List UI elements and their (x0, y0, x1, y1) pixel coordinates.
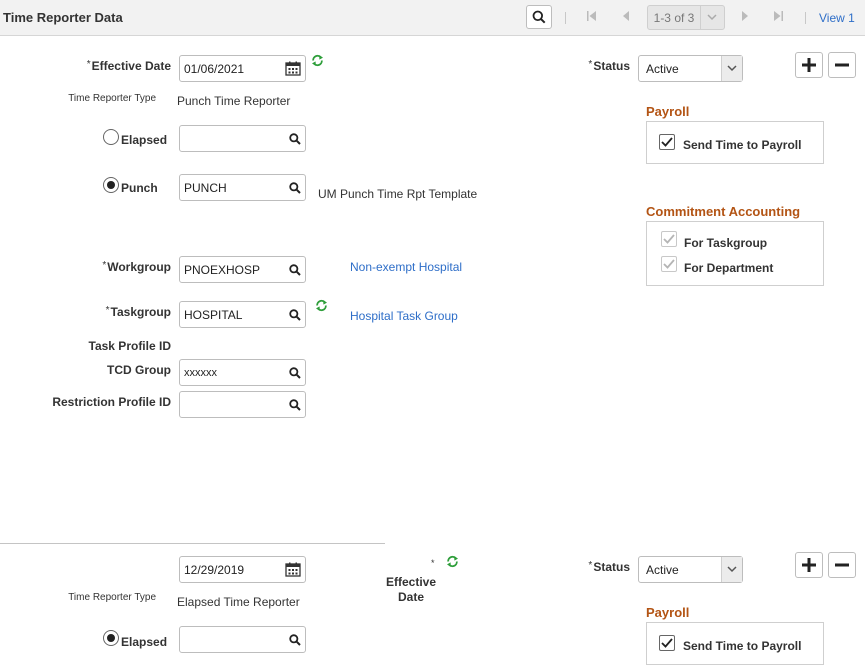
elapsed-radio[interactable] (103, 129, 119, 145)
for-department-checkbox (661, 256, 677, 272)
workgroup-label: *Workgroup (102, 260, 171, 274)
payroll-group-title-2: Payroll (646, 605, 690, 620)
page-header (0, 0, 865, 36)
taskgroup-value: HOSPITAL (184, 307, 243, 322)
effective-date-value-2: 12/29/2019 (184, 562, 245, 577)
effective-date-field-2[interactable]: 12/29/2019 (179, 556, 306, 583)
minus-icon (835, 63, 849, 67)
page-title: Time Reporter Data (3, 10, 123, 25)
time-reporter-type-value-2: Elapsed Time Reporter (177, 595, 300, 609)
previous-icon[interactable] (621, 9, 631, 26)
effective-date-label: *Effective Date (86, 59, 171, 73)
tcd-group-label: TCD Group (107, 363, 171, 377)
row-counter[interactable]: 1-3 of 3 (647, 5, 725, 30)
checkmark-icon (661, 638, 673, 648)
taskgroup-field[interactable]: HOSPITAL (179, 301, 306, 328)
checkmark-icon (663, 234, 675, 244)
lookup-icon[interactable] (285, 627, 305, 652)
taskgroup-description-link[interactable]: Hospital Task Group (350, 309, 458, 323)
punch-template-description: UM Punch Time Rpt Template (318, 187, 478, 201)
search-icon (532, 10, 546, 24)
punch-label: Punch (121, 181, 158, 195)
add-row-button[interactable] (795, 52, 823, 78)
punch-template-field[interactable]: PUNCH (179, 174, 306, 201)
tcd-group-value: xxxxxx (184, 366, 217, 379)
add-row-button-2[interactable] (795, 552, 823, 578)
punch-template-value: PUNCH (184, 180, 227, 195)
last-page-icon[interactable] (772, 9, 784, 26)
time-reporter-type-value: Punch Time Reporter (177, 94, 291, 108)
for-taskgroup-checkbox (661, 231, 677, 247)
status-value-2: Active (646, 562, 679, 577)
task-profile-id-label: Task Profile ID (88, 339, 171, 353)
lookup-icon[interactable] (285, 392, 305, 417)
required-marker: * (431, 558, 435, 568)
elapsed-field[interactable] (179, 125, 306, 152)
delete-row-button-2[interactable] (828, 552, 856, 578)
first-page-icon[interactable] (586, 9, 598, 26)
elapsed-label: Elapsed (121, 133, 168, 147)
status-label: *Status (588, 59, 630, 73)
elapsed-label-2: Elapsed (121, 635, 168, 649)
lookup-icon[interactable] (285, 257, 305, 282)
send-time-to-payroll-checkbox[interactable] (659, 134, 675, 150)
status-value: Active (646, 61, 679, 76)
effective-date-value: 01/06/2021 (184, 61, 245, 76)
taskgroup-label: *Taskgroup (105, 305, 171, 319)
plus-icon (802, 558, 816, 572)
chevron-down-icon[interactable] (721, 56, 742, 81)
punch-radio[interactable] (103, 177, 119, 193)
restriction-profile-id-label: Restriction Profile ID (52, 395, 171, 409)
row-divider (0, 543, 385, 544)
workgroup-description-link[interactable]: Non-exempt Hospital (350, 260, 462, 274)
checkmark-icon (663, 259, 675, 269)
status-select-2[interactable]: Active (638, 556, 743, 583)
for-department-label: For Department (684, 261, 774, 275)
nav-separator (805, 12, 806, 24)
checkmark-icon (661, 137, 673, 147)
find-button[interactable] (526, 5, 552, 29)
effective-date-field[interactable]: 01/06/2021 (179, 55, 306, 82)
send-time-to-payroll-label-2: Send Time to Payroll (683, 639, 802, 653)
status-select[interactable]: Active (638, 55, 743, 82)
status-label-2: *Status (588, 560, 630, 574)
next-icon[interactable] (740, 9, 750, 26)
chevron-down-icon[interactable] (700, 6, 722, 29)
calendar-icon[interactable] (281, 557, 305, 582)
workgroup-value: PNOEXHOSP (184, 262, 261, 277)
lookup-icon[interactable] (285, 126, 305, 151)
elapsed-field-2[interactable] (179, 626, 306, 653)
commitment-accounting-title: Commitment Accounting (646, 204, 801, 219)
lookup-icon[interactable] (285, 302, 305, 327)
for-taskgroup-label: For Taskgroup (684, 236, 768, 250)
time-reporter-type-label-2: Time Reporter Type (68, 592, 156, 603)
calendar-icon[interactable] (281, 56, 305, 81)
nav-separator (565, 12, 566, 24)
refresh-icon[interactable] (315, 299, 328, 315)
plus-icon (802, 58, 816, 72)
delete-row-button[interactable] (828, 52, 856, 78)
row-counter-text: 1-3 of 3 (653, 10, 695, 25)
tcd-group-field[interactable]: xxxxxx (179, 359, 306, 386)
payroll-group-title: Payroll (646, 104, 690, 119)
workgroup-field[interactable]: PNOEXHOSP (179, 256, 306, 283)
lookup-icon[interactable] (285, 360, 305, 385)
restriction-profile-field[interactable] (179, 391, 306, 418)
effective-date-label-2: Effective Date (385, 575, 437, 604)
lookup-icon[interactable] (285, 175, 305, 200)
refresh-icon[interactable] (311, 54, 324, 70)
refresh-icon[interactable] (446, 555, 459, 571)
minus-icon (835, 563, 849, 567)
elapsed-radio-2[interactable] (103, 630, 119, 646)
view-all-link[interactable]: View 1 (819, 11, 855, 25)
chevron-down-icon[interactable] (721, 557, 742, 582)
send-time-to-payroll-label: Send Time to Payroll (683, 138, 802, 152)
time-reporter-type-label: Time Reporter Type (68, 93, 156, 104)
send-time-to-payroll-checkbox-2[interactable] (659, 635, 675, 651)
